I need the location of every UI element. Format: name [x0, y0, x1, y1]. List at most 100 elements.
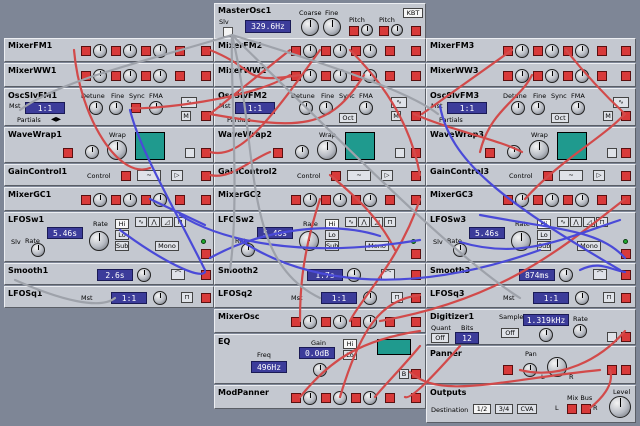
fine-knob[interactable] [109, 101, 123, 115]
curve-button[interactable]: ⌒ [593, 269, 607, 280]
level-knob[interactable] [123, 193, 137, 207]
dest-34-button[interactable]: 3/4 [495, 404, 513, 414]
output-jack[interactable] [411, 293, 421, 303]
output-jack[interactable] [201, 111, 211, 121]
rate-knob[interactable] [89, 231, 109, 251]
input-jack[interactable] [563, 195, 573, 205]
detune-knob[interactable] [299, 101, 313, 115]
pan-knob[interactable] [547, 357, 567, 377]
level-knob[interactable] [153, 69, 167, 83]
bits-display[interactable]: 12 [455, 332, 479, 344]
input-jack[interactable] [597, 195, 607, 205]
wave-select-tri-icon[interactable]: ⋀ [570, 217, 582, 227]
hi-button[interactable]: Hi [325, 219, 339, 229]
hi-button[interactable]: Hi [537, 219, 551, 229]
level-knob[interactable] [515, 69, 529, 83]
wave-select-tri-icon[interactable]: ⋀ [358, 217, 370, 227]
input-jack[interactable] [533, 71, 543, 81]
ratio-display[interactable]: 1:1 [447, 102, 487, 114]
output-r-jack[interactable] [621, 365, 631, 375]
level-knob[interactable] [93, 44, 107, 58]
input-jack[interactable] [385, 393, 395, 403]
output-jack[interactable] [621, 111, 631, 121]
level-knob[interactable] [575, 69, 589, 83]
input-jack[interactable] [141, 195, 151, 205]
level-knob[interactable] [303, 69, 317, 83]
fma-knob[interactable] [359, 101, 373, 115]
sub-button[interactable]: Sub [537, 241, 551, 251]
oct-button[interactable]: Oct [339, 113, 357, 123]
level-knob[interactable] [545, 44, 559, 58]
input-jack[interactable] [533, 195, 543, 205]
output-jack[interactable] [411, 369, 421, 379]
input-jack[interactable] [111, 46, 121, 56]
smooth-display[interactable]: 2.6s [97, 269, 133, 281]
output-jack[interactable] [411, 171, 421, 181]
level-knob[interactable] [545, 193, 559, 207]
pitch-jack[interactable] [349, 26, 359, 36]
fma-knob[interactable] [149, 101, 163, 115]
level-knob[interactable] [333, 69, 347, 83]
wrap-knob[interactable] [317, 140, 337, 160]
smooth-knob[interactable] [137, 268, 151, 282]
rate-knob[interactable] [299, 231, 319, 251]
input-jack[interactable] [385, 195, 395, 205]
pitch-jack[interactable] [379, 26, 389, 36]
oct-button[interactable]: Oct [551, 113, 569, 123]
level-knob[interactable] [303, 315, 317, 329]
wave-select-saw-icon[interactable]: ◿ [371, 217, 383, 227]
lo-button[interactable]: Lo [537, 230, 551, 240]
input-jack[interactable] [291, 317, 301, 327]
input-jack[interactable] [503, 46, 513, 56]
input-jack[interactable] [385, 71, 395, 81]
input-jack[interactable] [321, 393, 331, 403]
coarse-knob[interactable] [301, 18, 319, 36]
ratio-display[interactable]: 1:1 [111, 292, 147, 304]
rate-knob[interactable] [511, 231, 531, 251]
input-jack[interactable] [563, 46, 573, 56]
ratio-knob[interactable] [363, 291, 377, 305]
output-jack[interactable] [621, 270, 631, 280]
rate-display[interactable]: 5.46s [469, 227, 505, 239]
fine-knob[interactable] [323, 18, 341, 36]
input-jack[interactable] [81, 71, 91, 81]
slave-jack[interactable] [223, 27, 233, 37]
input-jack[interactable] [141, 46, 151, 56]
level-knob[interactable] [303, 193, 317, 207]
level-knob[interactable] [333, 193, 347, 207]
output-jack[interactable] [201, 46, 211, 56]
detune-knob[interactable] [511, 101, 525, 115]
output-jack[interactable] [621, 195, 631, 205]
wave-select-sq-icon[interactable]: ⊓ [174, 217, 186, 227]
output-jack[interactable] [201, 195, 211, 205]
input-jack[interactable] [111, 71, 121, 81]
dest-cva-button[interactable]: CVA [517, 404, 537, 414]
mod-knob[interactable] [303, 391, 317, 405]
output-jack[interactable] [621, 46, 631, 56]
smooth-knob[interactable] [347, 268, 361, 282]
wave-select-sq-icon[interactable]: ⊓ [384, 217, 396, 227]
input-jack[interactable] [81, 195, 91, 205]
hi-button[interactable]: Hi [115, 219, 129, 229]
input-jack[interactable] [351, 317, 361, 327]
input-jack[interactable] [175, 46, 185, 56]
output-jack[interactable] [621, 148, 631, 158]
level-knob[interactable] [609, 396, 631, 418]
eq-lo-button[interactable]: Lo [343, 350, 357, 360]
output-jack[interactable] [411, 195, 421, 205]
level-knob[interactable] [333, 315, 347, 329]
wrap-mod-knob[interactable] [85, 145, 99, 159]
level-knob[interactable] [575, 44, 589, 58]
toggle-button[interactable] [607, 332, 617, 342]
output-jack[interactable] [621, 249, 631, 259]
input-jack[interactable] [273, 148, 283, 158]
output-jack[interactable] [201, 171, 211, 181]
output-jack[interactable] [621, 332, 631, 342]
output-jack[interactable] [201, 148, 211, 158]
kbt-button[interactable]: KBT [403, 8, 423, 18]
input-jack[interactable] [291, 46, 301, 56]
level-knob[interactable] [515, 193, 529, 207]
output-jack[interactable] [201, 249, 211, 259]
wrap-knob[interactable] [107, 140, 127, 160]
level-knob[interactable] [93, 193, 107, 207]
